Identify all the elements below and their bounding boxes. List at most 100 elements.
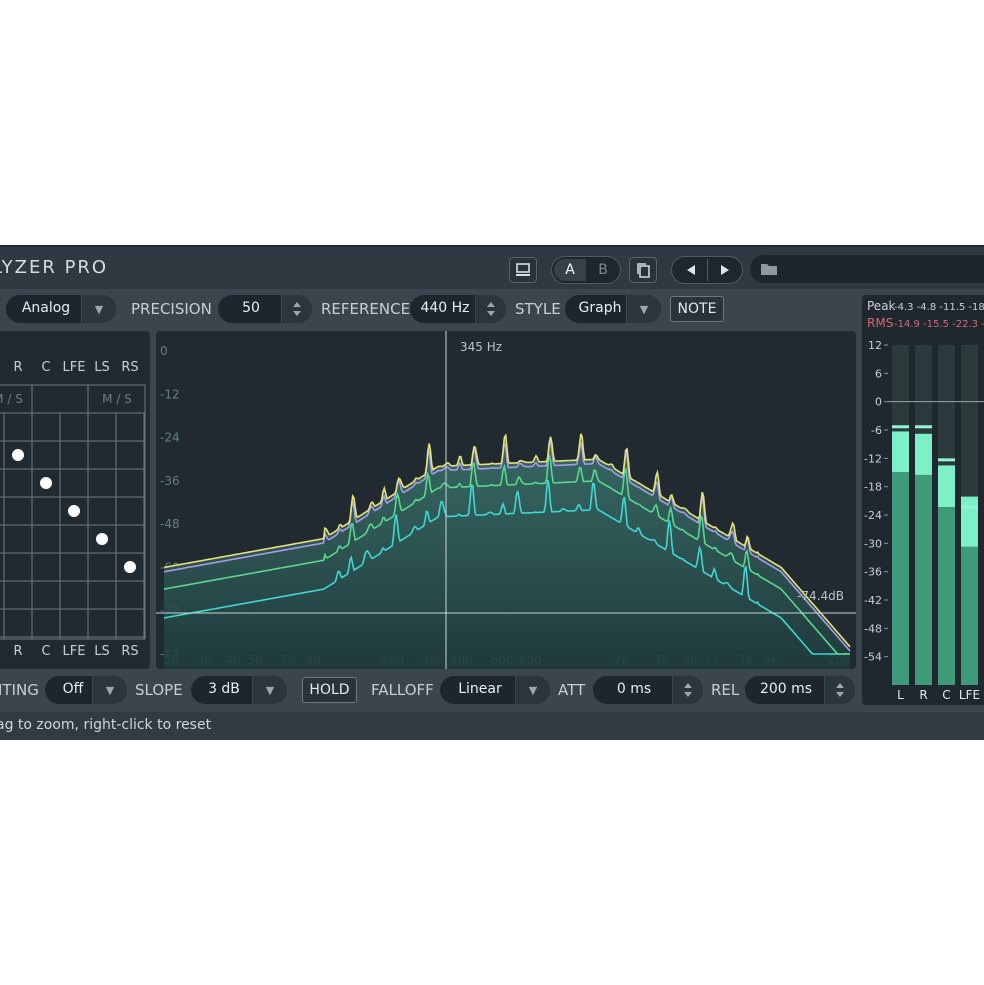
style-value: Graph [578,300,622,316]
reference-stepper[interactable]: 440 Hz [410,295,506,323]
meter-channel-label: LFE [959,688,980,702]
note-button[interactable]: NOTE [670,296,724,322]
matrix-top-label: C [41,360,50,375]
cursor-frequency-label: 345 Hz [460,340,502,354]
weighting-label: ITING [0,681,39,699]
att-label: ATT [558,681,586,699]
matrix-top-label: RS [121,360,138,375]
matrix-top-label: R [13,360,22,375]
meter-scale-label: -6 [871,424,882,437]
chevron-down-icon: ▼ [92,676,127,704]
channel-matrix-panel: R C LFE LS RS R C LFE LS RS M / S M / S [0,331,150,669]
level-meter-panel: Peak-4.3 -4.8 -11.5 -18.1RMS-14.9 -15.5 … [862,295,984,705]
precision-stepper[interactable]: 50 [218,295,312,323]
routing-dot [124,561,136,573]
chevron-down-icon: ▼ [252,676,287,704]
peak-values: -4.3 -4.8 -11.5 -18.1 [894,302,984,313]
meter-rms-bar [938,506,955,685]
chevron-down-icon: ▼ [81,295,116,323]
spectrum-graph[interactable]: 0-12-24-36-48-60-72-84203040507090200300… [156,331,856,669]
routing-dot [68,505,80,517]
ab-a-button[interactable]: A [554,259,586,281]
ab-b-button[interactable]: B [588,259,618,281]
matrix-bottom-label: RS [121,644,138,659]
triangle-left-icon [686,265,695,275]
style-dropdown[interactable]: Graph ▼ [565,295,661,323]
mode-value: Analog [21,300,71,316]
cursor-level-label: -74.4dB [797,589,844,603]
precision-label: PRECISION [131,300,212,318]
app-title: LYZER PRO [0,257,109,278]
meter-hold-marker [915,425,932,429]
slope-label: SLOPE [135,681,183,699]
hold-button[interactable]: HOLD [302,677,357,703]
chevron-down-icon: ▼ [626,295,661,323]
meter-scale-label: -42 [864,594,882,607]
y-tick-label: 0 [160,344,168,358]
rel-stepper[interactable]: 200 ms [745,676,855,704]
style-label: STYLE [515,300,561,318]
monitor-icon [516,263,530,276]
copy-icon [637,263,650,278]
y-tick-label: -36 [160,474,180,488]
rms-label: RMS [867,316,893,330]
chevron-down-icon: ▼ [515,676,550,704]
triangle-right-icon [720,265,729,275]
title-bar: LYZER PRO A B [0,245,984,289]
stepper-arrows-icon [281,295,312,323]
falloff-value: Linear [458,681,502,697]
meter-channel-label: C [942,688,950,702]
meter-scale-label: -36 [864,566,882,579]
meter-scale-label: -12 [864,452,882,465]
routing-dot [12,449,24,461]
meter-scale-label: -24 [864,509,882,522]
precision-value: 50 [242,300,260,316]
routing-dot [96,533,108,545]
status-text: ag to zoom, right-click to reset [0,717,212,733]
meter-scale-label: -54 [864,651,882,664]
falloff-dropdown[interactable]: Linear ▼ [440,676,550,704]
meter-hold-marker [938,458,955,462]
meter-channel-label: R [919,688,927,702]
y-tick-label: -12 [160,387,180,401]
analyzer-window: LYZER PRO A B Analog ▼ PRECISION 50 REFE… [0,245,984,740]
stepper-arrows-icon [475,295,506,323]
meter-scale-label: 6 [875,367,882,380]
matrix-top-label: LS [94,360,110,375]
folder-icon [761,264,777,275]
meter-rms-bar [915,474,932,685]
slope-dropdown[interactable]: 3 dB ▼ [191,676,287,704]
matrix-ms-right: M / S [102,392,132,406]
channel-matrix[interactable]: R C LFE LS RS R C LFE LS RS M / S M / S [0,331,150,669]
att-stepper[interactable]: 0 ms [593,676,703,704]
att-value: 0 ms [616,681,652,697]
meter-scale-label: 0 [875,396,882,409]
meter-rms-bar [961,546,978,685]
meter-scale-label: -30 [864,537,882,550]
preset-field[interactable] [750,255,984,283]
matrix-bottom-label: LS [94,644,110,659]
next-preset-button[interactable] [708,259,741,281]
meter-rms-bar [892,472,909,685]
level-meters: Peak-4.3 -4.8 -11.5 -18.1RMS-14.9 -15.5 … [864,299,984,702]
rms-values: -14.9 -15.5 -22.3 -30.7 [894,319,984,330]
falloff-label: FALLOFF [371,681,434,699]
matrix-bottom-label: LFE [63,644,86,659]
preset-nav [671,256,743,284]
meter-hold-marker [892,425,909,429]
window-mode-button[interactable] [509,257,537,283]
copy-button[interactable] [629,257,657,283]
reference-value: 440 Hz [420,300,470,316]
meter-channel-label: L [897,688,904,702]
spectrum-graph-panel[interactable]: 0-12-24-36-48-60-72-84203040507090200300… [156,331,856,669]
peak-label: Peak [867,299,896,313]
weighting-dropdown[interactable]: Off ▼ [45,676,127,704]
status-bar: ag to zoom, right-click to reset [0,712,984,740]
meter-scale-label: -48 [864,622,882,635]
y-tick-label: -48 [160,517,180,531]
meter-scale-label: -18 [864,481,882,494]
mode-dropdown[interactable]: Analog ▼ [6,295,116,323]
prev-preset-button[interactable] [674,259,708,281]
ab-switch: A B [551,256,621,284]
meter-hold-marker [961,505,978,509]
